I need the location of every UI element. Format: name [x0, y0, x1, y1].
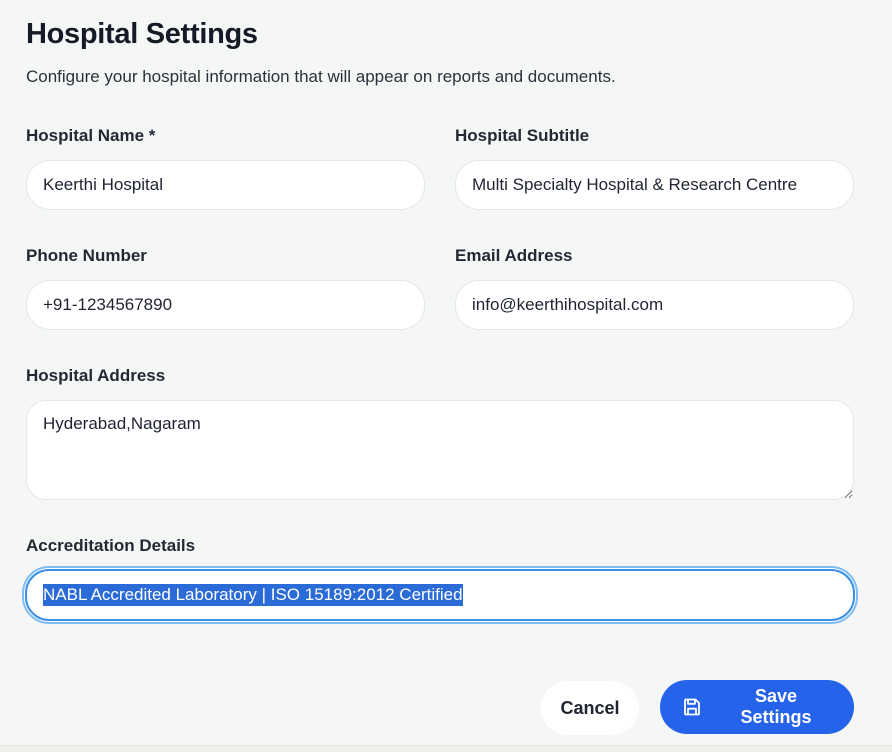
save-settings-button-label: Save Settings: [740, 686, 812, 727]
hospital-address-textarea[interactable]: Hyderabad,Nagaram: [26, 400, 854, 500]
email-address-label: Email Address: [455, 246, 573, 265]
phone-number-label: Phone Number: [26, 246, 147, 265]
hospital-subtitle-input[interactable]: [455, 160, 854, 210]
bottom-divider: [0, 745, 892, 752]
page-title: Hospital Settings: [26, 18, 258, 50]
hospital-name-label: Hospital Name *: [26, 126, 156, 145]
hospital-name-input[interactable]: [26, 160, 425, 210]
hospital-address-label: Hospital Address: [26, 366, 166, 385]
hospital-settings-page: Hospital Settings Configure your hospita…: [0, 0, 892, 752]
save-icon: [682, 697, 702, 717]
hospital-subtitle-label: Hospital Subtitle: [455, 126, 590, 145]
accreditation-details-selected-text: NABL Accredited Laboratory | ISO 15189:2…: [43, 584, 463, 606]
save-settings-button[interactable]: Save Settings: [660, 680, 854, 734]
phone-number-input[interactable]: [26, 280, 425, 330]
page-subtitle: Configure your hospital information that…: [26, 67, 616, 86]
cancel-button[interactable]: Cancel: [541, 681, 639, 735]
cancel-button-label: Cancel: [560, 697, 620, 718]
email-address-input[interactable]: [455, 280, 854, 330]
accreditation-details-input[interactable]: NABL Accredited Laboratory | ISO 15189:2…: [25, 569, 855, 621]
accreditation-details-label: Accreditation Details: [26, 536, 196, 555]
